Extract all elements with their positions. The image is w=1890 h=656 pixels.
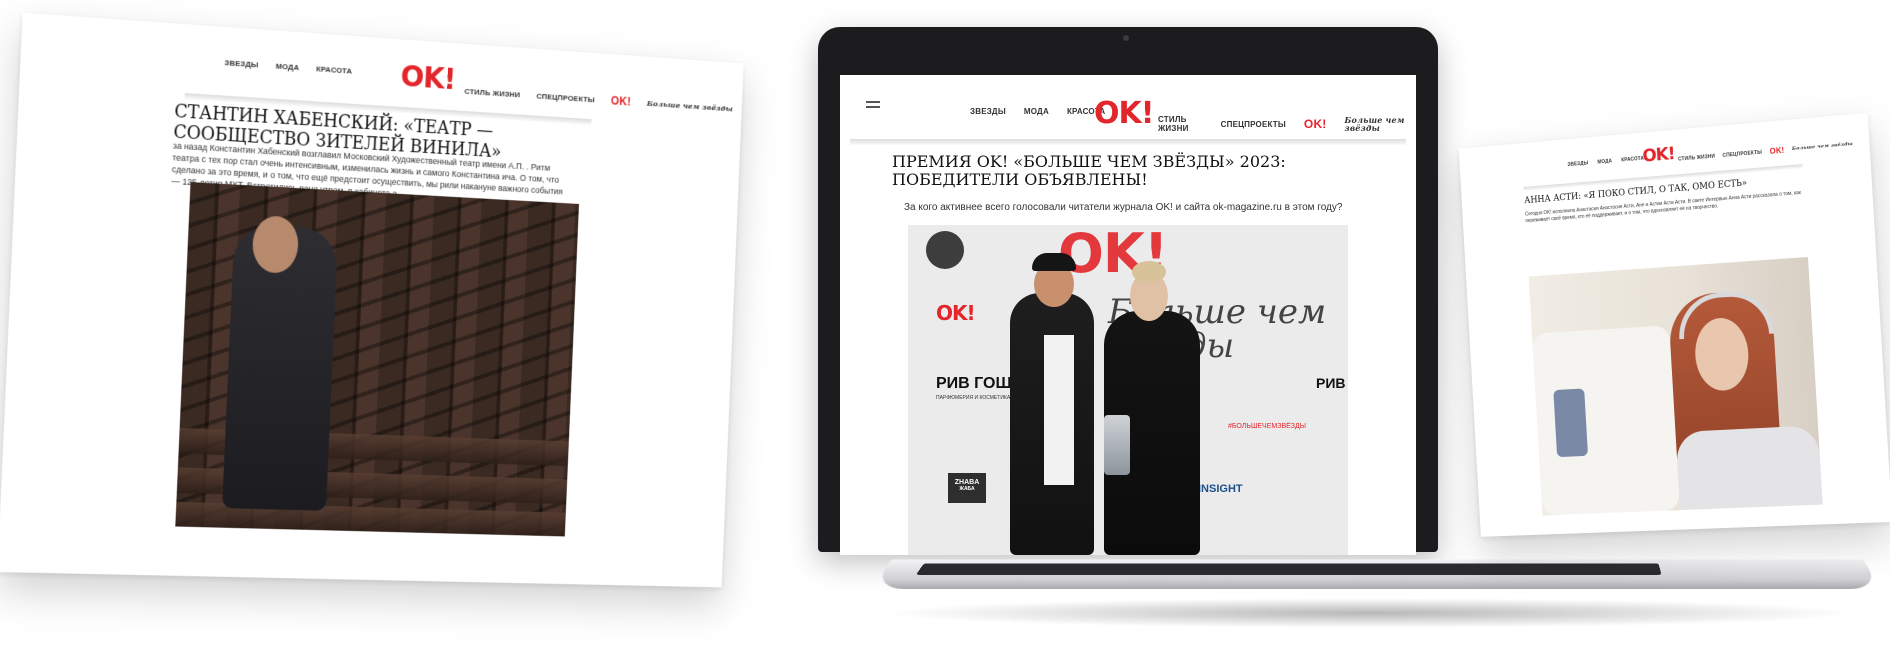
promo-ok-logo[interactable]: OK! [611, 94, 632, 109]
laptop-nav-main: ЗВЕЗДЫ МОДА КРАСОТА [970, 107, 1105, 116]
nav-item-beauty[interactable]: КРАСОТА [1621, 156, 1644, 164]
left-nav-main: ЗВЕЗДЫ МОДА КРАСОТА [224, 58, 352, 75]
sweater [1675, 425, 1823, 511]
article-photo: OK! Больше чем звёзды OK! РИВ ГОШ ПАРФЮМ… [908, 225, 1348, 555]
header-divider [850, 139, 1406, 145]
headphones-icon [1676, 289, 1774, 340]
laptop-shadow [880, 598, 1860, 628]
nav-item-specials[interactable]: СПЕЦПРОЕКТЫ [1221, 120, 1286, 129]
promo-script-logo: Больше чем звёзды [1791, 140, 1854, 153]
ok-logo[interactable]: OK! [1642, 143, 1675, 166]
sponsor-insight: INSIGHT [1198, 483, 1243, 495]
sponsor-zhaba-text: ZHABA [954, 479, 980, 486]
award-trophy [1104, 415, 1130, 475]
left-page-screenshot: ЗВЕЗДЫ МОДА КРАСОТА OK! СТИЛЬ ЖИЗНИ СПЕЦ… [0, 12, 744, 588]
man-cap [1032, 253, 1076, 271]
laptop-keyboard [915, 563, 1662, 575]
nav-item-stars[interactable]: ЗВЕЗДЫ [970, 107, 1006, 116]
nav-item-fashion[interactable]: МОДА [1597, 158, 1612, 165]
right-nav-secondary: СТИЛЬ ЖИЗНИ СПЕЦПРОЕКТЫ OK! Больше чем з… [1678, 140, 1853, 164]
camera-icon [1123, 35, 1129, 41]
laptop-lid: ЗВЕЗДЫ МОДА КРАСОТА OK! СТИЛЬ ЖИЗНИ СПЕЦ… [818, 27, 1438, 555]
promo-script-logo: Больше чем звёзды [646, 98, 734, 114]
ok-logo[interactable]: OK! [1094, 99, 1154, 129]
badge-icon [926, 231, 964, 269]
article-photo [1528, 256, 1823, 516]
nav-item-specials[interactable]: СПЕЦПРОЕКТЫ [1722, 149, 1762, 158]
nav-item-stars[interactable]: ЗВЕЗДЫ [1567, 160, 1588, 168]
backdrop-hashtag: #БОЛЬШЕЧЕМЗВЁЗДЫ [1228, 423, 1306, 430]
nav-item-lifestyle[interactable]: СТИЛЬ ЖИЗНИ [1158, 115, 1203, 133]
laptop-screen: ЗВЕЗДЫ МОДА КРАСОТА OK! СТИЛЬ ЖИЗНИ СПЕЦ… [840, 75, 1416, 555]
man-shirt [1044, 335, 1074, 485]
nav-item-lifestyle[interactable]: СТИЛЬ ЖИЗНИ [464, 87, 520, 99]
laptop-nav-secondary: СТИЛЬ ЖИЗНИ СПЕЦПРОЕКТЫ OK! Больше чем з… [1158, 115, 1416, 133]
promo-script-logo: Больше чем звёзды [1344, 115, 1405, 133]
cushion [1553, 388, 1589, 458]
nav-item-specials[interactable]: СПЕЦПРОЕКТЫ [536, 91, 595, 103]
right-page-screenshot: ЗВЕЗДЫ МОДА КРАСОТА OK! СТИЛЬ ЖИЗНИ СПЕЦ… [1458, 112, 1890, 537]
nav-item-lifestyle[interactable]: СТИЛЬ ЖИЗНИ [1678, 153, 1715, 162]
nav-item-stars[interactable]: ЗВЕЗДЫ [224, 58, 258, 69]
ok-logo[interactable]: OK! [400, 60, 456, 97]
hamburger-menu-icon[interactable] [866, 101, 880, 108]
left-nav-secondary: СТИЛЬ ЖИЗНИ СПЕЦПРОЕКТЫ OK! Больше чем з… [464, 84, 733, 115]
nav-item-fashion[interactable]: МОДА [1024, 107, 1049, 116]
woman-hair [1132, 261, 1166, 283]
right-nav-main: ЗВЕЗДЫ МОДА КРАСОТА [1567, 156, 1644, 168]
nav-item-fashion[interactable]: МОДА [275, 62, 299, 72]
article-lead: За кого активнее всего голосовали читате… [904, 202, 1343, 213]
sponsor-riv-gosh-sub: ПАРФЮМЕРИЯ И КОСМЕТИКА [936, 395, 1011, 401]
nav-item-beauty[interactable]: КРАСОТА [316, 64, 352, 75]
sponsor-zhaba-logo: ZHABA ЖАБА [948, 473, 986, 503]
promo-ok-logo[interactable]: OK! [1769, 146, 1784, 156]
article-headline: ПРЕМИЯ OK! «БОЛЬШЕ ЧЕМ ЗВЁЗДЫ» 2023: ПОБ… [892, 152, 1286, 190]
promo-ok-logo[interactable]: OK! [1304, 117, 1327, 131]
article-photo [175, 182, 580, 537]
backdrop-ok-logo-small: OK! [936, 301, 976, 325]
sponsor-riv-gosh: РИВ ГОШ [936, 375, 1012, 392]
sponsor-zhaba-sub: ЖАБА [959, 486, 975, 492]
sponsor-riv-right: РИВ [1316, 375, 1346, 391]
